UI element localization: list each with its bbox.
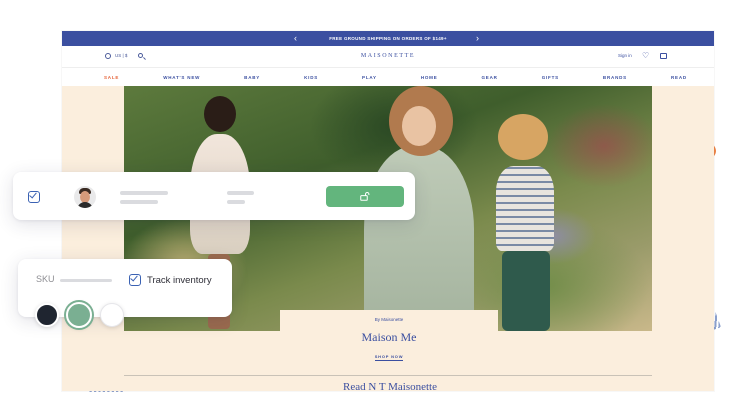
unlock-icon bbox=[360, 192, 370, 201]
select-checkbox[interactable] bbox=[28, 190, 40, 203]
placeholder-line bbox=[120, 200, 158, 204]
nav-item-whats-new[interactable]: WHAT'S NEW bbox=[163, 75, 200, 80]
promo-text[interactable]: FREE GROUND SHIPPING ON ORDERS OF $149+ bbox=[329, 36, 447, 41]
nav-item-home[interactable]: HOME bbox=[421, 75, 438, 80]
heart-icon[interactable]: ♡ bbox=[642, 51, 649, 61]
stage: ‹ FREE GROUND SHIPPING ON ORDERS OF $149… bbox=[0, 0, 746, 420]
hero-caption: By Maisonette Maison Me SHOP NOW bbox=[280, 310, 498, 370]
nav-item-read[interactable]: READ bbox=[671, 75, 687, 80]
next-section-title: Read N T Maisonette bbox=[343, 381, 437, 393]
nav-item-gear[interactable]: GEAR bbox=[482, 75, 498, 80]
site-logo[interactable]: MAISONETTE bbox=[62, 53, 714, 59]
checkmark-icon bbox=[29, 190, 37, 199]
nav-item-baby[interactable]: BABY bbox=[244, 75, 260, 80]
child-figure-left-head bbox=[204, 96, 236, 132]
chevron-left-icon[interactable]: ‹ bbox=[294, 32, 297, 44]
swatch-navy[interactable] bbox=[35, 303, 59, 327]
nav-item-sale[interactable]: SALE bbox=[104, 75, 119, 80]
hero-byline: By Maisonette bbox=[374, 317, 404, 322]
nav-item-gifts[interactable]: GIFTS bbox=[542, 75, 559, 80]
child-figure-right-hair bbox=[498, 114, 548, 160]
hero-title: Maison Me bbox=[361, 330, 417, 344]
sku-field[interactable] bbox=[60, 279, 112, 282]
shopping-bag-icon[interactable] bbox=[660, 53, 667, 59]
site-header: US | $ MAISONETTE Sign in ♡ bbox=[62, 46, 714, 68]
sku-label: SKU bbox=[36, 274, 55, 284]
chevron-right-icon[interactable]: › bbox=[476, 32, 479, 44]
child-figure-center-face bbox=[402, 106, 436, 146]
track-inventory-label[interactable]: Track inventory bbox=[147, 275, 212, 286]
swatch-white[interactable] bbox=[100, 303, 124, 327]
placeholder-line bbox=[227, 200, 245, 204]
placeholder-line bbox=[120, 191, 168, 195]
checkmark-icon bbox=[130, 273, 138, 282]
sign-in-link[interactable]: Sign in bbox=[618, 53, 632, 58]
avatar bbox=[74, 186, 96, 208]
track-inventory-checkbox[interactable] bbox=[129, 273, 141, 286]
main-nav: SALE WHAT'S NEW BABY KIDS PLAY HOME GEAR… bbox=[62, 68, 714, 86]
nav-item-play[interactable]: PLAY bbox=[362, 75, 377, 80]
shop-now-link[interactable]: SHOP NOW bbox=[374, 354, 404, 361]
nav-item-kids[interactable]: KIDS bbox=[304, 75, 318, 80]
child-figure-right-legs bbox=[502, 251, 550, 331]
swatch-sage-selected[interactable] bbox=[66, 302, 92, 328]
nav-item-brands[interactable]: BRANDS bbox=[603, 75, 627, 80]
unlock-button[interactable] bbox=[326, 186, 404, 207]
product-row-card bbox=[13, 172, 415, 220]
placeholder-line bbox=[227, 191, 254, 195]
promo-bar: ‹ FREE GROUND SHIPPING ON ORDERS OF $149… bbox=[62, 31, 714, 46]
section-divider bbox=[124, 375, 652, 376]
child-figure-right bbox=[496, 166, 554, 251]
